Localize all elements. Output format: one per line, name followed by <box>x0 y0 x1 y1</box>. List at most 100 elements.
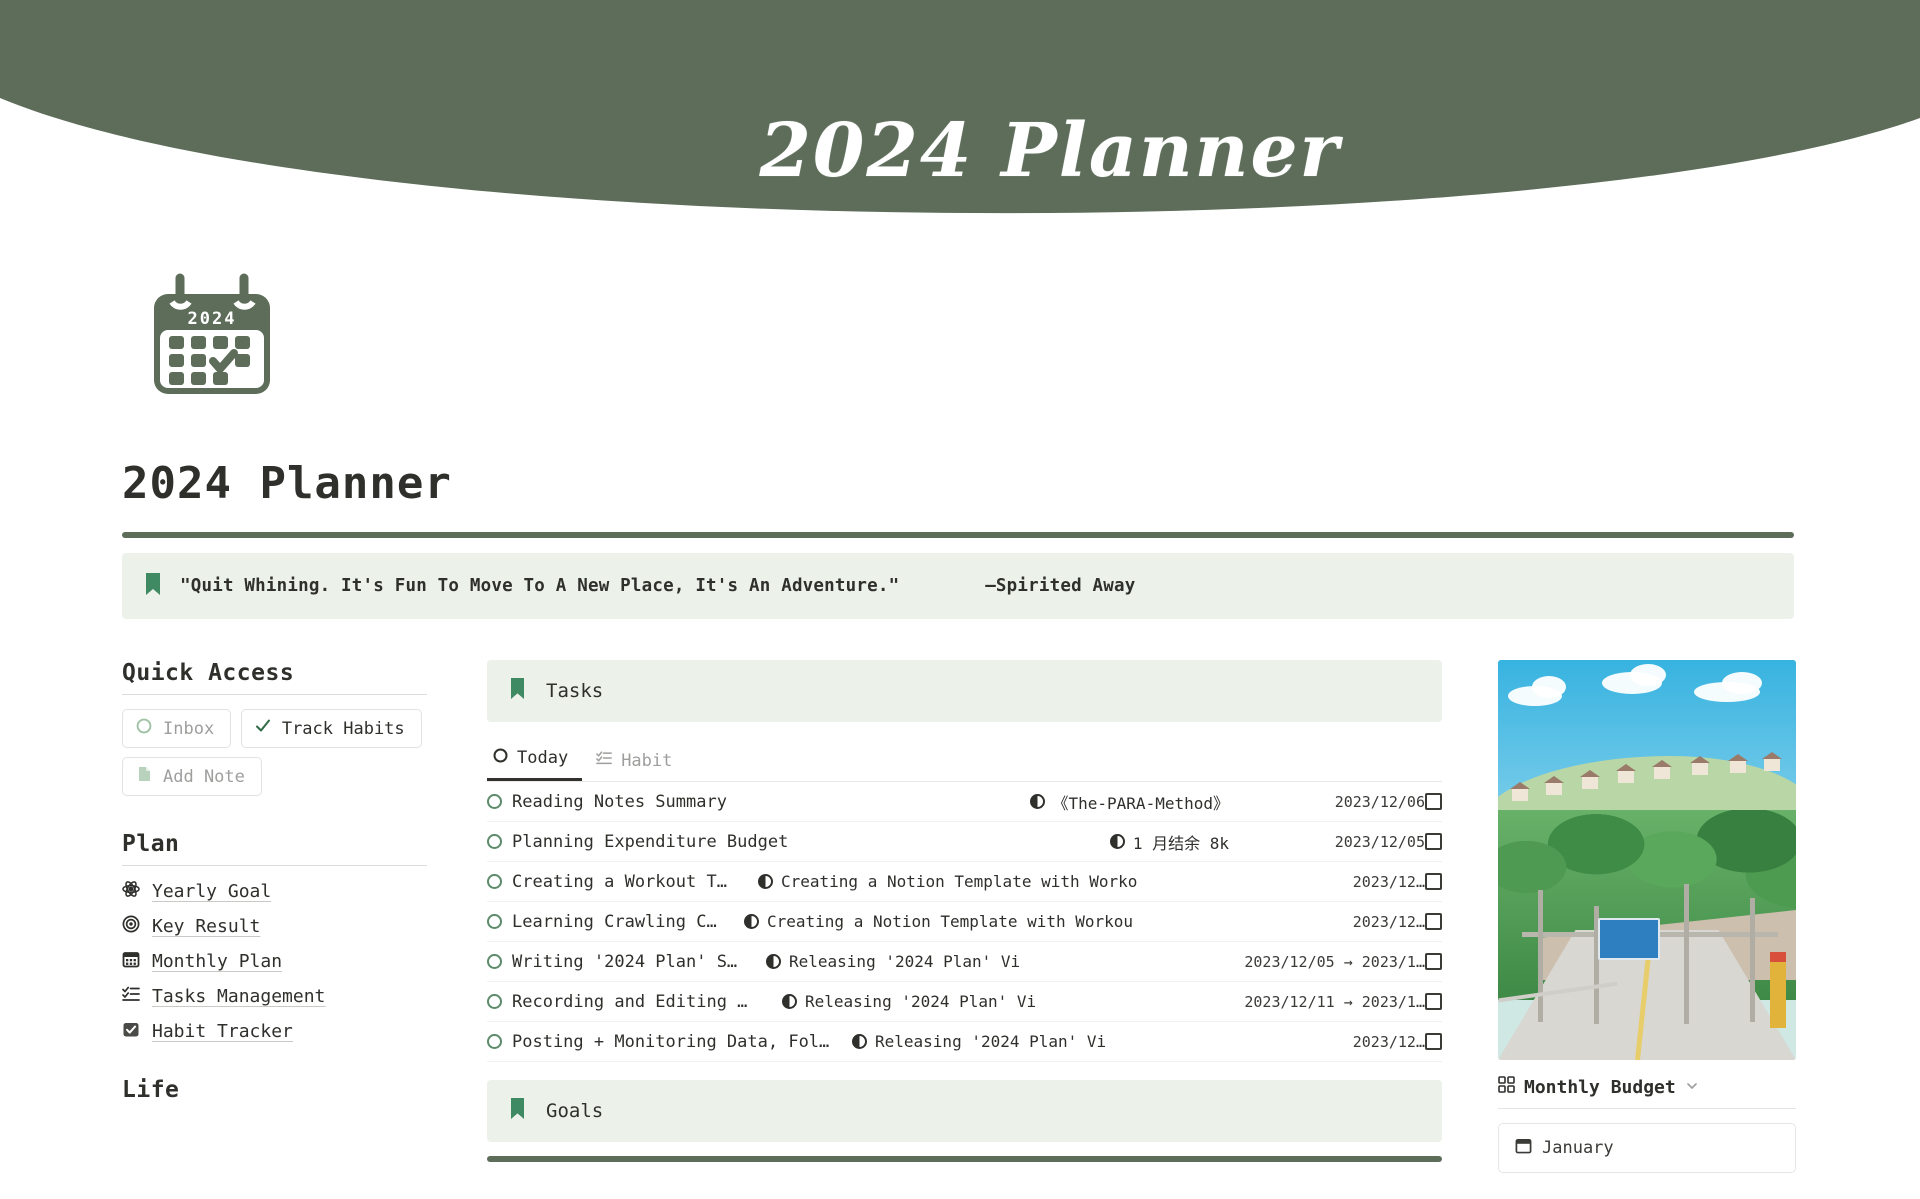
task-date: 2023/12… <box>1352 1032 1425 1051</box>
quick-access-inbox-label: Inbox <box>163 718 215 739</box>
task-checkbox[interactable] <box>1425 1033 1442 1050</box>
task-name: Recording and Editing … <box>512 991 748 1012</box>
task-name: Writing '2024 Plan' S… <box>512 951 738 972</box>
task-related: Creating a Notion Template with Worko <box>781 872 1138 891</box>
plan-item-habit-tracker[interactable]: Habit Tracker <box>122 1020 427 1043</box>
monthly-budget-label: Monthly Budget <box>1524 1076 1676 1098</box>
plan-heading: Plan <box>122 831 180 857</box>
task-date: 2023/12/11 → 2023/1… <box>1244 992 1425 1011</box>
task-related: Releasing '2024 Plan' Vi <box>805 992 1037 1011</box>
bookmark-icon <box>144 572 162 600</box>
table-row[interactable]: Recording and Editing … Releasing '2024 … <box>487 982 1442 1022</box>
life-heading: Life <box>122 1077 180 1103</box>
calendar-icon <box>1515 1137 1532 1159</box>
plan-list: Yearly Goal Key Result Monthly Plan Task… <box>122 880 427 1043</box>
planner-calendar-icon: 2024 <box>146 272 278 408</box>
task-related: Releasing '2024 Plan' Vi <box>875 1032 1107 1051</box>
circle-outline-icon <box>493 748 508 768</box>
task-date: 2023/12… <box>1352 912 1425 931</box>
task-related: Creating a Notion Template with Workou <box>767 912 1134 931</box>
quick-access-list: Inbox Track Habits Add Note <box>122 709 427 805</box>
divider <box>122 694 427 695</box>
plan-item-tasks-management[interactable]: Tasks Management <box>122 985 427 1008</box>
goals-panel-header: Goals <box>487 1080 1442 1142</box>
task-status-icon[interactable] <box>487 834 502 849</box>
tab-today-label: Today <box>517 748 569 768</box>
table-row[interactable]: Writing '2024 Plan' S… Releasing '2024 P… <box>487 942 1442 982</box>
sidebar: Quick Access Inbox Track Habits Add Note <box>122 660 427 1111</box>
task-checkbox[interactable] <box>1425 793 1442 810</box>
svg-text:2024: 2024 <box>188 309 237 329</box>
monthly-budget-header[interactable]: Monthly Budget <box>1498 1076 1796 1098</box>
plan-item-monthly-plan-label: Monthly Plan <box>152 951 283 972</box>
task-checkbox[interactable] <box>1425 873 1442 890</box>
tasks-tabs: Today Habit <box>487 742 1442 782</box>
task-status-icon[interactable] <box>487 794 502 809</box>
target-icon <box>122 915 140 938</box>
half-moon-icon <box>758 874 773 889</box>
budget-month-card[interactable]: January <box>1498 1123 1796 1173</box>
table-row[interactable]: Posting + Monitoring Data, Fol… Releasin… <box>487 1022 1442 1062</box>
grid-icon <box>1498 1076 1515 1098</box>
quick-access-heading: Quick Access <box>122 660 295 686</box>
plan-item-monthly-plan[interactable]: Monthly Plan <box>122 950 427 973</box>
banner-title: 2024 Planner <box>759 108 1341 194</box>
plan-item-key-result-label: Key Result <box>152 916 261 937</box>
task-checkbox[interactable] <box>1425 833 1442 850</box>
table-row[interactable]: Learning Crawling C… Creating a Notion T… <box>487 902 1442 942</box>
plan-item-habit-tracker-label: Habit Tracker <box>152 1021 293 1042</box>
task-status-icon[interactable] <box>487 1034 502 1049</box>
table-row[interactable]: Creating a Workout T… Creating a Notion … <box>487 862 1442 902</box>
table-row[interactable]: Reading Notes Summary 《The-PARA-Method》 … <box>487 782 1442 822</box>
quick-access-track-habits[interactable]: Track Habits <box>240 709 422 748</box>
page-title: 2024 Planner <box>122 458 452 509</box>
task-name: Creating a Workout T… <box>512 871 727 892</box>
quick-access-add-note-label: Add Note <box>163 766 245 787</box>
quick-access-track-habits-label: Track Habits <box>281 718 405 739</box>
goals-panel-title: Goals <box>546 1100 604 1122</box>
tab-today[interactable]: Today <box>487 742 583 781</box>
task-status-icon[interactable] <box>487 994 502 1009</box>
quick-access-add-note[interactable]: Add Note <box>122 757 262 796</box>
checklist-icon <box>596 750 613 771</box>
tab-habit[interactable]: Habit <box>590 744 686 781</box>
task-name: Reading Notes Summary <box>512 791 727 812</box>
task-status-icon[interactable] <box>487 874 502 889</box>
task-checkbox[interactable] <box>1425 993 1442 1010</box>
task-date: 2023/12/05 <box>1334 832 1425 851</box>
tasks-panel-title: Tasks <box>546 680 604 702</box>
plan-item-key-result[interactable]: Key Result <box>122 915 427 938</box>
task-date: 2023/12/06 <box>1334 792 1425 811</box>
task-status-icon[interactable] <box>487 954 502 969</box>
divider <box>1498 1108 1796 1109</box>
task-name: Posting + Monitoring Data, Fol… <box>512 1031 830 1052</box>
chevron-down-icon[interactable] <box>1685 1077 1699 1098</box>
bookmark-icon <box>509 1097 526 1125</box>
half-moon-icon <box>1109 834 1125 849</box>
check-icon <box>255 718 271 739</box>
plan-item-yearly-goal[interactable]: Yearly Goal <box>122 880 427 903</box>
half-moon-icon <box>766 954 781 969</box>
quick-access-inbox[interactable]: Inbox <box>122 709 232 748</box>
atom-icon <box>122 880 140 903</box>
section-divider <box>487 1156 1442 1162</box>
task-related: 《The-PARA-Method》 <box>1052 793 1230 813</box>
task-date: 2023/12… <box>1352 872 1425 891</box>
half-moon-icon <box>744 914 759 929</box>
tasks-panel: Tasks Today Habit Reading Notes Summary … <box>487 660 1442 1162</box>
task-related: 1 月结余 8k <box>1132 833 1229 853</box>
half-moon-icon <box>1029 794 1045 809</box>
task-checkbox[interactable] <box>1425 913 1442 930</box>
table-row[interactable]: Planning Expenditure Budget 1 月结余 8k 202… <box>487 822 1442 862</box>
quote-text: "Quit Whining. It's Fun To Move To A New… <box>180 576 1136 596</box>
task-checkbox[interactable] <box>1425 953 1442 970</box>
task-status-icon[interactable] <box>487 914 502 929</box>
right-sidebar: Monthly Budget January <box>1498 660 1796 1173</box>
tasks-panel-header: Tasks <box>487 660 1442 722</box>
calendar-icon <box>122 950 140 973</box>
checkbox-filled-icon <box>122 1020 140 1043</box>
task-related: Releasing '2024 Plan' Vi <box>789 952 1021 971</box>
plan-item-yearly-goal-label: Yearly Goal <box>152 881 272 902</box>
task-list: Reading Notes Summary 《The-PARA-Method》 … <box>487 782 1442 1062</box>
task-name: Learning Crawling C… <box>512 911 717 932</box>
